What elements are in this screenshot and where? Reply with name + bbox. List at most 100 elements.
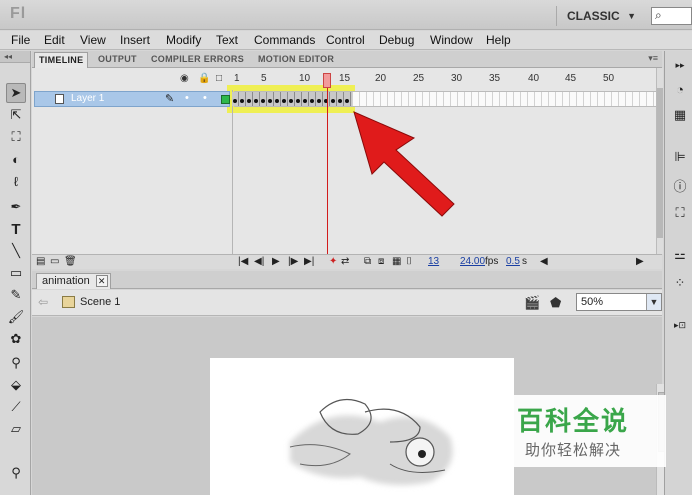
line-tool-icon[interactable]: ╲ (6, 241, 26, 261)
menu-text[interactable]: Text (216, 33, 238, 47)
loop-icon[interactable]: ⇄ (341, 256, 349, 267)
panel-options-icon[interactable]: ▾≡ (648, 53, 658, 64)
keyframe-cell[interactable] (267, 92, 274, 106)
step-back-icon[interactable]: ◀| (254, 256, 264, 267)
dock-expand-icon[interactable]: ▸▸ (672, 57, 688, 73)
go-to-first-frame-icon[interactable]: |◀ (238, 256, 248, 267)
onion-skin-outlines-icon[interactable]: ⧈ (378, 256, 384, 267)
back-arrow-icon[interactable]: ⇦ (38, 295, 48, 309)
panel-collapse-grip[interactable]: ◂◂ (0, 51, 30, 63)
menu-edit[interactable]: Edit (44, 33, 65, 47)
layer-row-layer-1[interactable]: Layer 1 ✎ • • (34, 91, 230, 107)
close-icon[interactable]: ✕ (95, 275, 108, 287)
keyframe-cell[interactable] (232, 92, 239, 106)
layer-visible-dot[interactable]: • (185, 92, 189, 104)
align-panel-icon[interactable]: ⊫ (672, 149, 688, 165)
keyframe-cell[interactable] (274, 92, 281, 106)
zoom-select[interactable]: 50% ▼ (576, 293, 662, 311)
lock-layers-icon[interactable]: 🔒 (198, 73, 210, 84)
frame-rate-readout[interactable]: 24.00 (460, 256, 485, 267)
eraser-tool-icon[interactable]: ▱ (6, 419, 26, 439)
scroll-right-icon[interactable]: ▶ (636, 256, 644, 267)
tab-timeline[interactable]: TIMELINE (34, 52, 89, 68)
keyframe-cell[interactable] (337, 92, 344, 106)
info-panel-icon[interactable]: ⓘ (672, 177, 688, 194)
center-frame-icon[interactable]: ✦ (329, 256, 337, 267)
library-panel-icon[interactable]: ▸⊡ (672, 317, 688, 333)
keyframe-cell[interactable] (288, 92, 295, 106)
new-folder-icon[interactable]: ▭ (50, 256, 59, 267)
menu-file[interactable]: File (11, 33, 30, 47)
onion-skin-icon[interactable]: ⧉ (364, 256, 371, 267)
edit-multiple-frames-icon[interactable]: ▦ (392, 256, 401, 267)
deco-tool-icon[interactable]: ✿ (6, 329, 26, 349)
subselection-tool-icon[interactable]: ⇱ (6, 105, 26, 125)
playhead[interactable] (323, 73, 331, 88)
menu-help[interactable]: Help (486, 33, 511, 47)
menu-view[interactable]: View (80, 33, 106, 47)
tab-output[interactable]: OUTPUT (94, 52, 141, 68)
edit-scene-icon[interactable]: 🎬 (524, 295, 540, 311)
pencil-tool-icon[interactable]: ✎ (6, 285, 26, 305)
layer-name[interactable]: Layer 1 (71, 93, 104, 104)
keyframe-cell[interactable] (295, 92, 302, 106)
go-to-last-frame-icon[interactable]: ▶| (304, 256, 314, 267)
bird-drawing[interactable] (270, 382, 470, 492)
text-tool-icon[interactable]: T (6, 219, 26, 239)
workspace-switcher[interactable]: CLASSIC ▼ (556, 6, 642, 26)
3d-rotation-tool-icon[interactable]: ◐ (6, 149, 26, 169)
bone-tool-icon[interactable]: ⚲ (6, 353, 26, 373)
keyframe-cell[interactable] (253, 92, 260, 106)
edit-symbols-icon[interactable]: ⬟ (550, 295, 561, 311)
keyframe-cell[interactable] (316, 92, 323, 106)
tab-motion-editor[interactable]: MOTION EDITOR (254, 52, 338, 68)
scrollbar-thumb[interactable] (657, 88, 663, 238)
free-transform-tool-icon[interactable]: ⛶ (6, 127, 26, 147)
menu-control[interactable]: Control (326, 33, 365, 47)
keyframe-cell[interactable] (309, 92, 316, 106)
motion-presets-icon[interactable]: ⁘ (672, 275, 688, 291)
scene-breadcrumb[interactable]: Scene 1 (80, 296, 120, 308)
frame-ruler[interactable]: 1 5 10 15 20 25 30 35 40 45 50 (232, 71, 662, 89)
current-frame-readout[interactable]: 13 (428, 256, 439, 267)
rectangle-tool-icon[interactable]: ▭ (6, 263, 26, 283)
zoom-tool-icon[interactable]: ⚲ (6, 463, 26, 483)
elapsed-time-readout[interactable]: 0.5 (506, 256, 520, 267)
menu-insert[interactable]: Insert (120, 33, 150, 47)
keyframe-span[interactable] (232, 92, 352, 106)
keyframe-cell[interactable] (246, 92, 253, 106)
components-panel-icon[interactable]: ⚍ (672, 247, 688, 263)
transform-panel-icon[interactable]: ⛶ (672, 205, 688, 221)
scroll-left-icon[interactable]: ◀ (540, 256, 548, 267)
eyedropper-tool-icon[interactable]: ⟋ (6, 397, 26, 417)
paint-bucket-tool-icon[interactable]: ⬙ (6, 375, 26, 395)
menu-window[interactable]: Window (430, 33, 473, 47)
keyframe-cell[interactable] (260, 92, 267, 106)
document-tab-animation[interactable]: animation ✕ (36, 273, 111, 289)
brush-tool-icon[interactable]: 🖌 (6, 307, 26, 327)
menu-debug[interactable]: Debug (379, 33, 414, 47)
show-hide-layers-eye-icon[interactable]: ◉ (180, 73, 189, 84)
trash-icon[interactable]: 🗑 (64, 256, 77, 267)
keyframe-cell[interactable] (281, 92, 288, 106)
chevron-down-icon[interactable]: ▼ (646, 294, 661, 310)
layer-lock-dot[interactable]: • (203, 92, 207, 104)
menu-modify[interactable]: Modify (166, 33, 201, 47)
step-forward-icon[interactable]: |▶ (288, 256, 298, 267)
color-panel-icon[interactable]: ◔ (672, 81, 688, 97)
tab-compiler-errors[interactable]: COMPILER ERRORS (147, 52, 248, 68)
swatches-panel-icon[interactable]: ▦ (672, 107, 688, 123)
menu-commands[interactable]: Commands (254, 33, 315, 47)
help-search-input[interactable]: ⌕ (651, 7, 692, 25)
pen-tool-icon[interactable]: ✒ (6, 197, 26, 217)
timeline-vertical-scrollbar[interactable] (656, 68, 663, 254)
keyframe-cell[interactable] (239, 92, 246, 106)
new-layer-icon[interactable]: ▤ (36, 256, 45, 267)
keyframe-cell[interactable] (344, 92, 351, 106)
stage[interactable] (210, 358, 514, 495)
keyframe-cell[interactable] (302, 92, 309, 106)
play-icon[interactable]: ▶ (272, 256, 280, 267)
keyframe-cell[interactable] (330, 92, 337, 106)
outline-layers-icon[interactable]: □ (216, 73, 222, 84)
lasso-tool-icon[interactable]: ℓ (6, 171, 26, 191)
